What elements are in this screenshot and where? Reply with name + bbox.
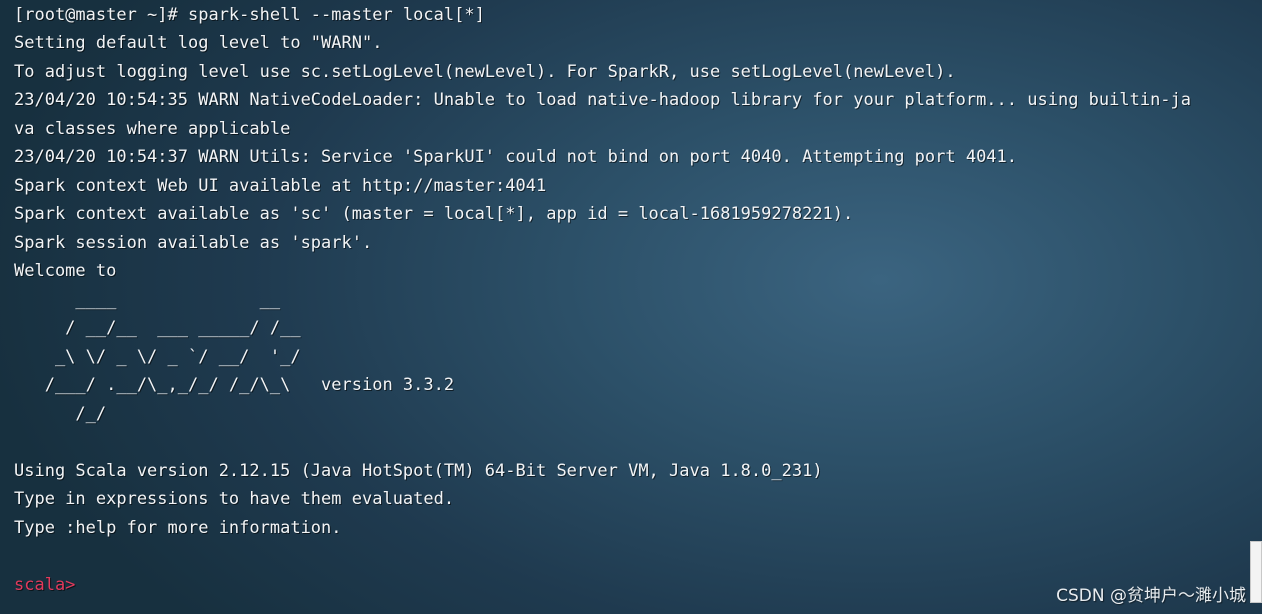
scrollbar-thumb[interactable] xyxy=(1250,541,1262,603)
spark-ascii-logo-line: /_/ xyxy=(14,404,107,424)
terminal-line: va classes where applicable xyxy=(14,119,291,139)
vertical-scrollbar[interactable] xyxy=(1248,0,1262,614)
spark-ascii-logo-line: _\ \/ _ \/ _ `/ __/ '_/ xyxy=(14,347,301,367)
terminal-line: Spark context available as 'sc' (master … xyxy=(14,204,854,224)
terminal-line: To adjust logging level use sc.setLogLev… xyxy=(14,62,956,82)
spark-ascii-logo-line: / __/__ ___ _____/ /__ xyxy=(14,318,301,338)
terminal-line: Type in expressions to have them evaluat… xyxy=(14,489,455,509)
terminal-line: Spark context Web UI available at http:/… xyxy=(14,176,547,196)
scala-prompt[interactable]: scala> xyxy=(14,571,75,599)
spark-ascii-logo-line: ____ __ xyxy=(14,290,281,310)
terminal-line: Type :help for more information. xyxy=(14,518,342,538)
spark-ascii-logo-line: /___/ .__/\_,_/_/ /_/\_\ version 3.3.2 xyxy=(14,375,455,395)
terminal-line: Spark session available as 'spark'. xyxy=(14,233,373,253)
csdn-watermark: CSDN @贫坤户～濉小城 xyxy=(1056,586,1246,606)
terminal-line: 23/04/20 10:54:35 WARN NativeCodeLoader:… xyxy=(14,90,1192,110)
terminal-line: Welcome to xyxy=(14,261,117,281)
terminal-line: Setting default log level to "WARN". xyxy=(14,33,383,53)
terminal-line: Using Scala version 2.12.15 (Java HotSpo… xyxy=(14,461,823,481)
terminal-line: 23/04/20 10:54:37 WARN Utils: Service 'S… xyxy=(14,147,1018,167)
terminal-window[interactable]: [root@master ~]# spark-shell --master lo… xyxy=(0,0,1248,614)
terminal-line-command: [root@master ~]# spark-shell --master lo… xyxy=(14,5,485,25)
